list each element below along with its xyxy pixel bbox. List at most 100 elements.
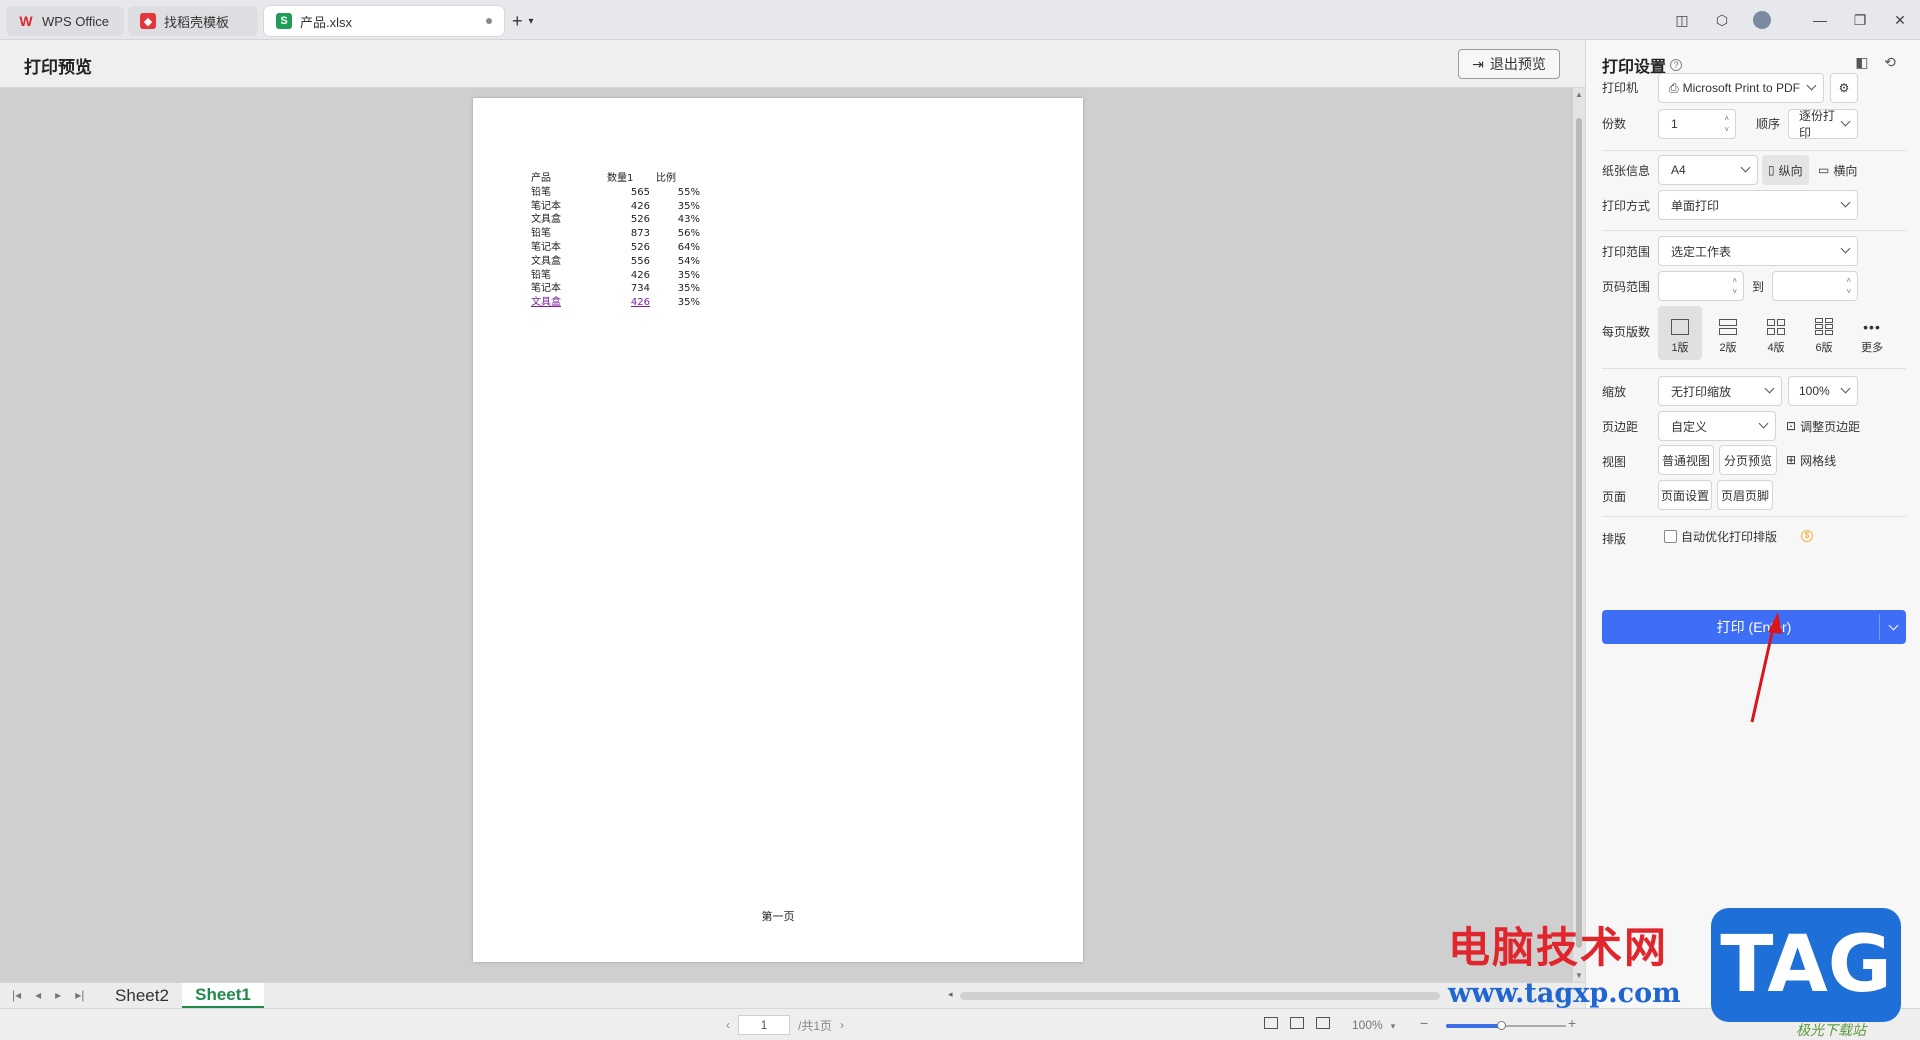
scroll-left-icon[interactable]: ◂ xyxy=(948,989,953,1000)
printer-icon: ⎙ xyxy=(1669,80,1679,95)
tab-docer-templates[interactable]: ◆ 找稻壳模板 xyxy=(128,6,258,36)
stepper-icon[interactable]: ˄ ˅ xyxy=(1724,113,1729,135)
unsaved-dot-icon[interactable] xyxy=(486,18,492,24)
print-range-select[interactable]: 选定工作表 xyxy=(1658,236,1858,266)
tab-product-xlsx[interactable]: S 产品.xlsx xyxy=(264,6,504,36)
layout-label: 更多 xyxy=(1861,342,1883,354)
chevron-down-icon: ▾ xyxy=(1390,1021,1396,1031)
stepper-icon[interactable]: ˄ ˅ xyxy=(1846,275,1851,297)
checkbox-box[interactable] xyxy=(1664,529,1677,543)
avatar[interactable] xyxy=(1742,0,1782,40)
vertical-scrollbar[interactable]: ▲ ▼ xyxy=(1573,88,1585,982)
scale-select[interactable]: 无打印缩放 xyxy=(1658,376,1782,406)
table-cell: 笔记本 xyxy=(531,283,561,295)
view-mode-icons xyxy=(1264,1017,1330,1029)
layout-toggle-icon[interactable]: ◫ xyxy=(1662,0,1702,40)
tab-wps-office[interactable]: W WPS Office xyxy=(6,6,124,36)
table-cell: 556 xyxy=(630,255,650,267)
portrait-option[interactable]: ▯ 纵向 xyxy=(1762,155,1809,185)
table-cell: 526 xyxy=(630,241,650,253)
print-button[interactable]: 打印 (Enter) xyxy=(1602,610,1906,644)
wps-logo-icon: W xyxy=(19,13,33,29)
page-setup-button[interactable]: 页面设置 xyxy=(1658,480,1712,510)
page-break-preview-button[interactable]: 分页预览 xyxy=(1719,445,1777,475)
adjust-margin-button[interactable]: ⊡ 调整页边距 xyxy=(1786,411,1860,441)
pin-icon[interactable]: ⟲ xyxy=(1882,54,1898,70)
printer-settings-button[interactable]: ⚙ xyxy=(1830,73,1858,103)
page-layout-icon[interactable] xyxy=(1290,1017,1304,1029)
page-number-input[interactable]: 1 xyxy=(738,1015,790,1035)
layout-6-option[interactable]: 6版 xyxy=(1802,306,1846,360)
scrollbar-thumb[interactable] xyxy=(1576,118,1582,948)
layout-4-option[interactable]: 4版 xyxy=(1754,306,1798,360)
order-label: 顺序 xyxy=(1756,117,1781,131)
layout-2-icon xyxy=(1719,319,1737,335)
zoom-level-text: 100% xyxy=(1352,1018,1383,1032)
close-icon[interactable]: ✕ xyxy=(1880,0,1920,40)
table-cell: 铅笔 xyxy=(531,186,551,198)
chevron-down-icon[interactable] xyxy=(1888,620,1899,631)
zoom-level[interactable]: 100% ▾ xyxy=(1352,1018,1395,1032)
print-range-value: 选定工作表 xyxy=(1671,244,1732,259)
watermark-tag-logo: TAG xyxy=(1711,908,1901,1022)
help-icon[interactable]: ? xyxy=(1670,59,1683,71)
scroll-up-icon[interactable]: ▲ xyxy=(1575,90,1583,99)
reading-view-icon[interactable] xyxy=(1316,1017,1330,1029)
cube-icon[interactable]: ⬡ xyxy=(1702,0,1742,40)
scale-percent-select[interactable]: 100% xyxy=(1788,376,1858,406)
table-cell: 笔记本 xyxy=(531,241,561,253)
divider xyxy=(1602,368,1906,369)
printer-select[interactable]: ⎙ Microsoft Print to PDF xyxy=(1658,73,1824,103)
order-select[interactable]: 逐份打印 xyxy=(1788,109,1858,140)
margin-select[interactable]: 自定义 xyxy=(1658,411,1776,441)
header-footer-button[interactable]: 页眉页脚 xyxy=(1717,480,1773,510)
layout-more-option[interactable]: ••• 更多 xyxy=(1850,306,1894,360)
scale-percent-value: 100% xyxy=(1799,384,1830,398)
copies-value: 1 xyxy=(1671,117,1678,131)
gridlines-toggle[interactable]: ⊞ 网格线 xyxy=(1786,445,1836,475)
watermark: 电脑技术网 www.tagxp.com TAG 极光下载站 xyxy=(1436,908,1920,1040)
prev-sheet-icon[interactable]: ◂ xyxy=(35,988,41,1002)
page-from-input[interactable]: ˄ ˅ xyxy=(1658,271,1744,301)
table-cell: 565 xyxy=(630,186,650,198)
layout-2-option[interactable]: 2版 xyxy=(1706,306,1750,360)
chevron-down-icon xyxy=(1758,418,1769,429)
landscape-option[interactable]: ▭ 横向 xyxy=(1814,155,1861,185)
next-page-icon[interactable]: › xyxy=(840,1018,844,1032)
print-mode-select[interactable]: 单面打印 xyxy=(1658,190,1858,220)
printer-label: 打印机 xyxy=(1602,81,1639,95)
table-cell: 文具盒 xyxy=(531,255,561,267)
table-cell: 426 xyxy=(630,200,650,212)
minimize-icon[interactable]: — xyxy=(1800,0,1840,40)
layout-1-option[interactable]: 1版 xyxy=(1658,306,1702,360)
more-dots-icon: ••• xyxy=(1863,319,1881,335)
restore-icon[interactable]: ❐ xyxy=(1840,0,1880,40)
copies-input[interactable]: 1 ˄ ˅ xyxy=(1658,109,1736,139)
divider xyxy=(1602,230,1906,231)
normal-view-button[interactable]: 普通视图 xyxy=(1658,445,1714,475)
table-cell: 426 xyxy=(630,269,650,281)
auto-optimize-checkbox[interactable]: 自动优化打印排版 $ xyxy=(1664,526,1814,546)
stepper-icon[interactable]: ˄ ˅ xyxy=(1732,275,1737,297)
margin-value: 自定义 xyxy=(1671,419,1708,434)
new-tab-button[interactable]: + ▾ xyxy=(512,8,534,34)
horizontal-scrollbar[interactable] xyxy=(960,992,1440,1000)
table-cell: 铅笔 xyxy=(531,269,551,281)
panel-layout-icon[interactable]: ◧ xyxy=(1854,54,1870,70)
printer-value: Microsoft Print to PDF xyxy=(1682,81,1800,95)
zoom-out-icon[interactable]: − xyxy=(1420,1015,1428,1031)
page-to-input[interactable]: ˄ ˅ xyxy=(1772,271,1858,301)
prev-page-icon[interactable]: ‹ xyxy=(726,1018,730,1032)
paper-size-select[interactable]: A4 xyxy=(1658,155,1758,185)
window-controls: ◫ ⬡ — ❐ ✕ xyxy=(1662,0,1920,40)
table-cell: 43% xyxy=(677,214,700,226)
last-sheet-icon[interactable]: ▸| xyxy=(75,988,84,1002)
sheet-tab-sheet2[interactable]: Sheet2 xyxy=(102,983,182,1008)
normal-view-icon[interactable] xyxy=(1264,1017,1278,1029)
next-sheet-icon[interactable]: ▸ xyxy=(55,988,61,1002)
exit-preview-button[interactable]: ⇥ 退出预览 xyxy=(1458,49,1560,79)
sheet-tab-sheet1[interactable]: Sheet1 xyxy=(182,983,264,1008)
first-sheet-icon[interactable]: |◂ xyxy=(12,988,21,1002)
title-tab-bar: W WPS Office ◆ 找稻壳模板 S 产品.xlsx + ▾ ◫ ⬡ —… xyxy=(0,0,1920,40)
print-mode-value: 单面打印 xyxy=(1671,198,1720,213)
